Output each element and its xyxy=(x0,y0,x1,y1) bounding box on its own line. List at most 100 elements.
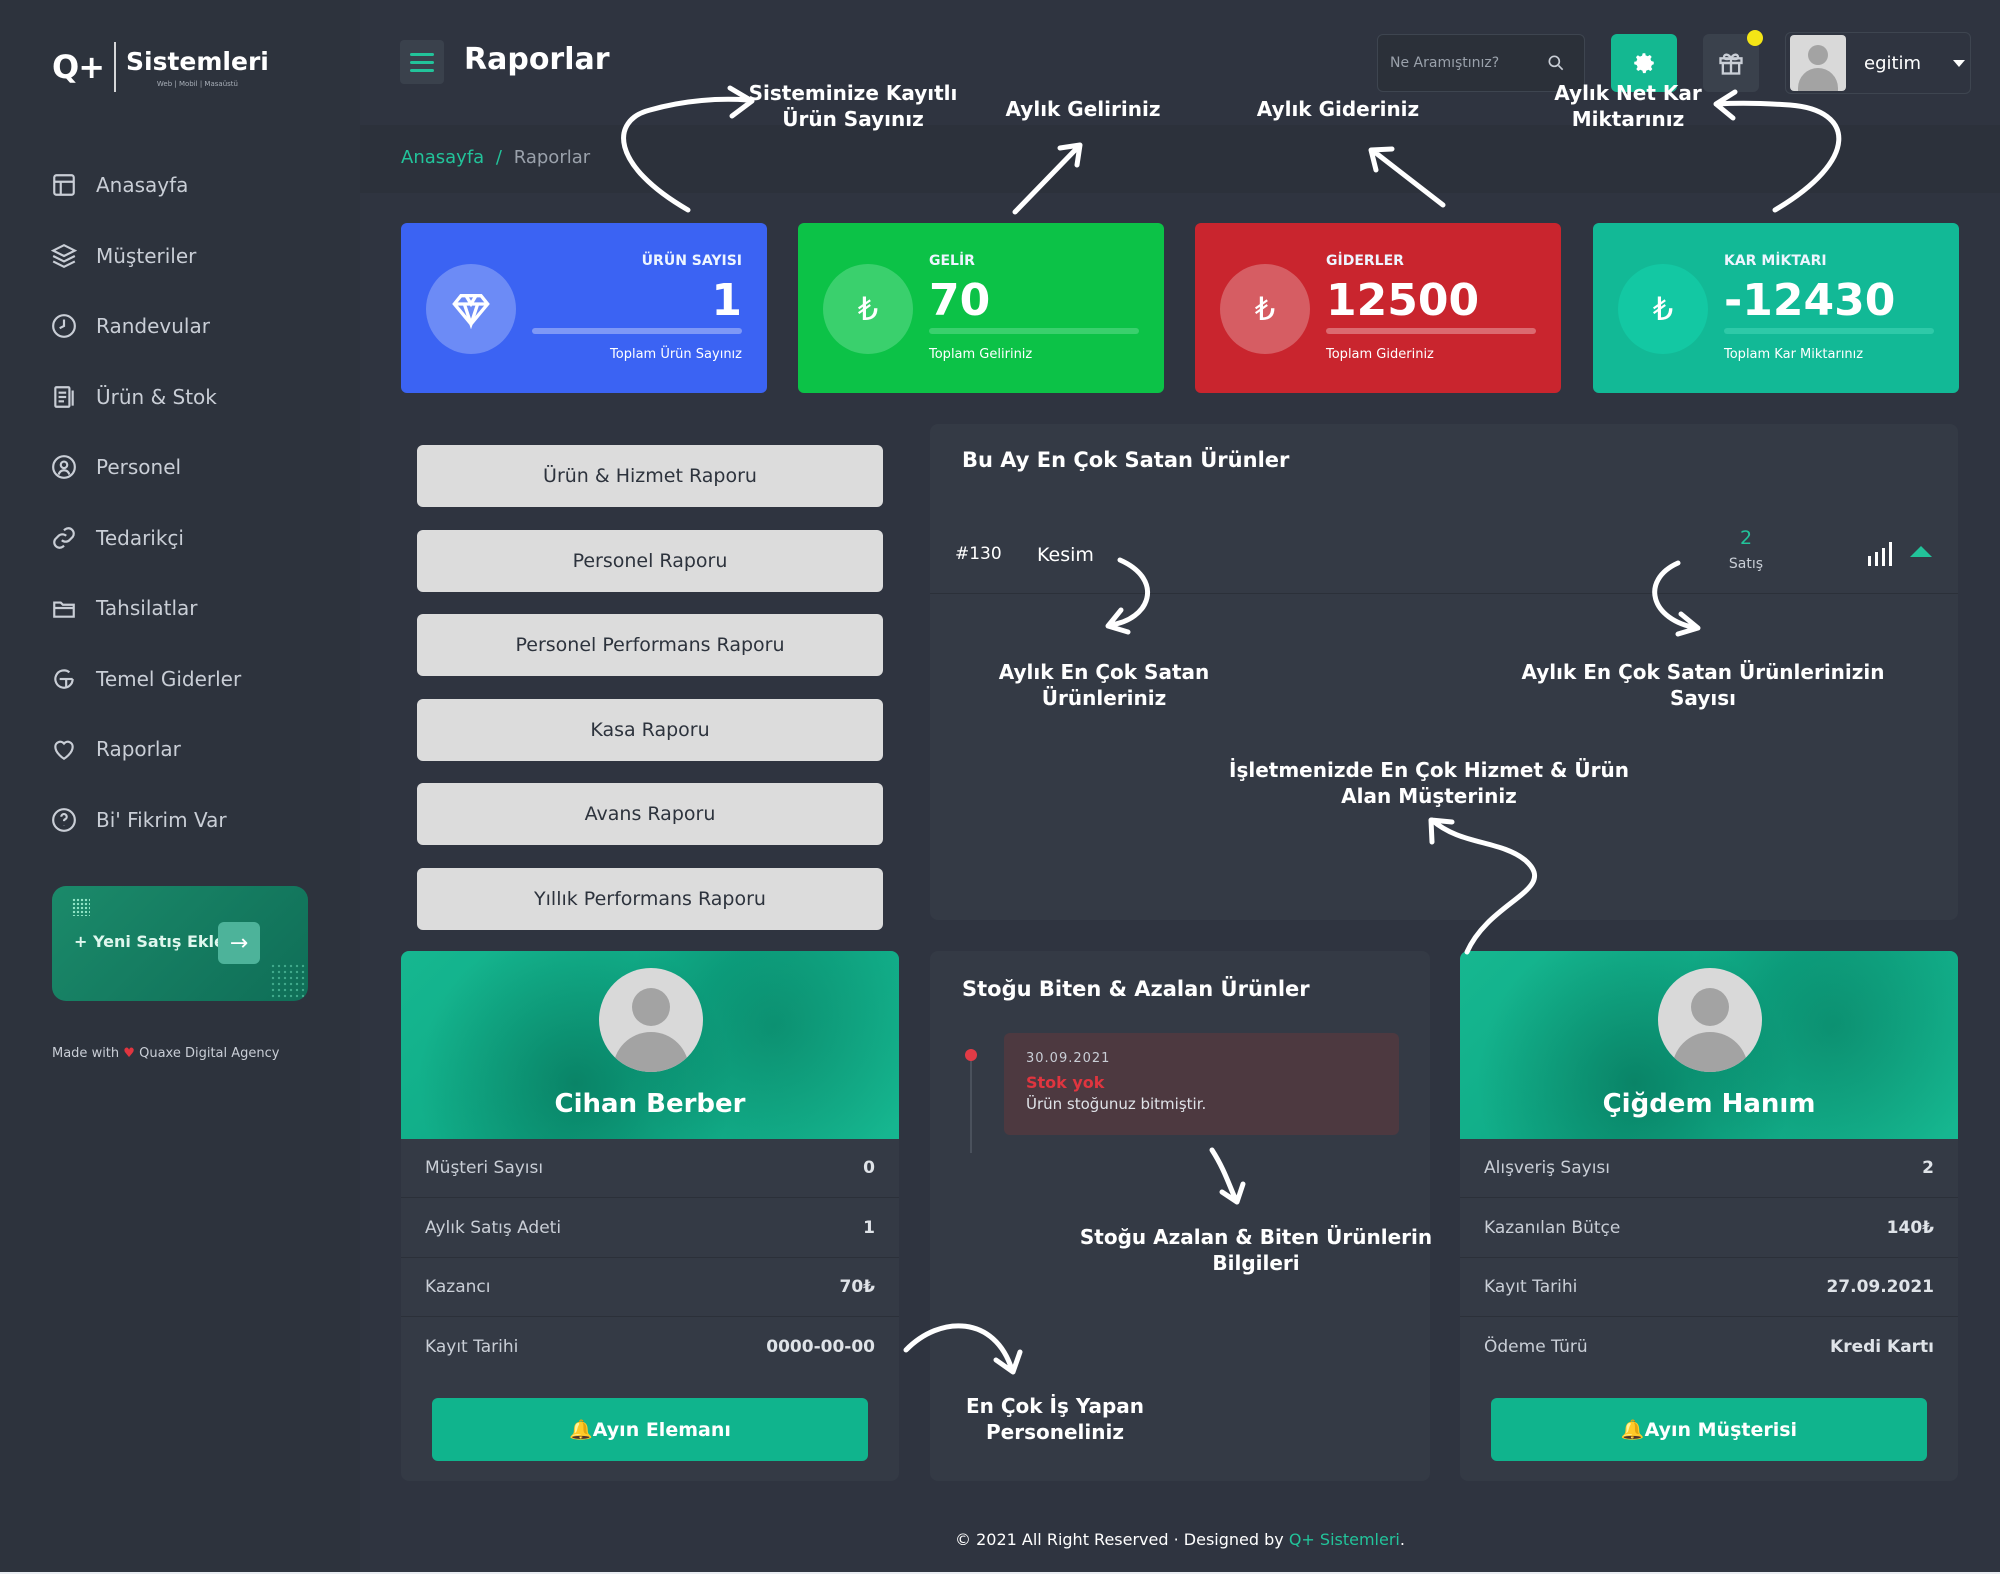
logo[interactable]: Q+ Sistemleri Web | Mobil | Masaüstü xyxy=(52,42,269,92)
footer-text: © 2021 All Right Reserved · Designed by xyxy=(955,1530,1284,1549)
stat-card-expense: ₺ GİDERLER 12500 Toplam Gideriniz xyxy=(1195,223,1561,393)
sidebar-item-tahsilatlar[interactable]: Tahsilatlar xyxy=(50,573,350,644)
clock-icon xyxy=(50,312,78,340)
made-suffix: Quaxe Digital Agency xyxy=(139,1046,280,1061)
search-input[interactable] xyxy=(1390,55,1540,71)
staff-of-month-button[interactable]: 🔔Ayın Elemanı xyxy=(432,1398,868,1461)
staff-name: Cihan Berber xyxy=(554,1089,746,1119)
menu-toggle-icon[interactable] xyxy=(400,40,444,84)
new-sale-promo[interactable]: + Yeni Satış Ekle → xyxy=(52,886,308,1001)
receipt-icon xyxy=(50,383,78,411)
logo-name: Sistemleri xyxy=(126,46,269,76)
report-button-personel-performans[interactable]: Personel Performans Raporu xyxy=(417,614,883,676)
info-row: Kazanılan Bütçe 140₺ xyxy=(1460,1199,1958,1258)
stat-value: -12430 xyxy=(1724,275,1896,326)
customer-of-month-button[interactable]: 🔔Ayın Müşterisi xyxy=(1491,1398,1927,1461)
new-sale-label: + Yeni Satış Ekle xyxy=(74,932,225,951)
row-value: 140₺ xyxy=(1886,1218,1934,1238)
breadcrumb-current: Raporlar xyxy=(513,147,591,168)
customer-of-month-card: Çiğdem Hanım Alışveriş Sayısı 2 Kazanılan… xyxy=(1460,951,1958,1481)
sidebar-item-label: Müşteriler xyxy=(96,243,197,268)
report-button-avans[interactable]: Avans Raporu xyxy=(417,783,883,845)
person-icon xyxy=(50,453,78,481)
stat-sub: Toplam Geliriniz xyxy=(929,347,1033,362)
stat-card-profit: ₺ KAR MİKTARI -12430 Toplam Kar Miktarın… xyxy=(1593,223,1959,393)
logo-mark: Q+ xyxy=(52,48,105,86)
breadcrumb-home[interactable]: Anasayfa xyxy=(401,147,484,168)
row-label: Kayıt Tarihi xyxy=(425,1336,519,1357)
report-button-kasa[interactable]: Kasa Raporu xyxy=(417,699,883,761)
panel-title: Stoğu Biten & Azalan Ürünler xyxy=(962,977,1310,1001)
stat-label: GİDERLER xyxy=(1326,253,1404,269)
user-menu[interactable]: egitim xyxy=(1785,32,1971,94)
sidebar: Q+ Sistemleri Web | Mobil | Masaüstü Ana… xyxy=(0,0,360,1574)
stat-bar xyxy=(532,328,742,334)
sidebar-item-randevular[interactable]: Randevular xyxy=(50,291,350,362)
chevron-down-icon[interactable] xyxy=(1953,59,1966,67)
footer-brand-link[interactable]: Q+ Sistemleri xyxy=(1289,1530,1400,1549)
search-icon[interactable] xyxy=(1546,53,1566,73)
row-value: 0000-00-00 xyxy=(766,1336,875,1357)
info-row: Ödeme Türü Kredi Kartı xyxy=(1460,1317,1958,1376)
product-id: #130 xyxy=(955,544,1002,564)
sidebar-item-temel-giderler[interactable]: Temel Giderler xyxy=(50,644,350,715)
info-row: Kayıt Tarihi 0000-00-00 xyxy=(401,1317,899,1376)
sidebar-item-urun-stok[interactable]: Ürün & Stok xyxy=(50,362,350,433)
heart-icon xyxy=(50,735,78,763)
stat-label: KAR MİKTARI xyxy=(1724,253,1827,269)
lira-icon: ₺ xyxy=(1618,264,1708,354)
report-button-personel[interactable]: Personel Raporu xyxy=(417,530,883,592)
stat-label: ÜRÜN SAYISI xyxy=(641,253,742,269)
diamond-icon xyxy=(426,264,516,354)
help-icon xyxy=(50,806,78,834)
info-row: Alışveriş Sayısı 2 xyxy=(1460,1139,1958,1198)
annotation-expense: Aylık Gideriniz xyxy=(1256,97,1420,121)
sidebar-item-personel[interactable]: Personel xyxy=(50,432,350,503)
sidebar-item-tedarikci[interactable]: Tedarikçi xyxy=(50,503,350,574)
breadcrumb-bar: Anasayfa / Raporlar xyxy=(360,125,2000,193)
annotation-profit: Aylık Net Kar Miktarınız xyxy=(1554,81,1702,131)
sidebar-item-label: Ürün & Stok xyxy=(96,384,217,409)
avatar xyxy=(1790,35,1846,91)
alert-date: 30.09.2021 xyxy=(1026,1051,1111,1066)
sidebar-item-raporlar[interactable]: Raporlar xyxy=(50,714,350,785)
list-item[interactable]: #130 Kesim 2 Satış xyxy=(930,504,1958,594)
folder-icon xyxy=(50,594,78,622)
layers-icon xyxy=(50,242,78,270)
alert-message: Ürün stoğunuz bitmiştir. xyxy=(1026,1095,1207,1113)
info-row: Kazancı 70₺ xyxy=(401,1258,899,1317)
sidebar-item-fikir[interactable]: Bi' Fikrim Var xyxy=(50,785,350,856)
sidebar-item-label: Bi' Fikrim Var xyxy=(96,807,227,832)
lira-icon: ₺ xyxy=(1220,264,1310,354)
row-value: 70₺ xyxy=(839,1277,876,1297)
timeline-line xyxy=(970,1055,972,1153)
report-button-urun-hizmet[interactable]: Ürün & Hizmet Raporu xyxy=(417,445,883,507)
stat-card-income: ₺ GELİR 70 Toplam Geliriniz xyxy=(798,223,1164,393)
breadcrumb: Anasayfa / Raporlar xyxy=(401,147,590,168)
row-value: Kredi Kartı xyxy=(1830,1336,1934,1357)
sidebar-item-anasayfa[interactable]: Anasayfa xyxy=(50,150,350,221)
annotation-top-staff: En Çok İş Yapan Personeliniz xyxy=(965,1394,1145,1444)
sidebar-item-musteriler[interactable]: Müşteriler xyxy=(50,221,350,292)
row-label: Müşteri Sayısı xyxy=(425,1158,544,1178)
notification-dot xyxy=(1747,30,1763,46)
sidebar-item-label: Tahsilatlar xyxy=(96,596,198,621)
sidebar-nav: Anasayfa Müşteriler Randevular Ürün & St… xyxy=(50,150,350,855)
customer-name: Çiğdem Hanım xyxy=(1602,1089,1816,1119)
lira-icon: ₺ xyxy=(823,264,913,354)
expense-icon xyxy=(50,665,78,693)
row-label: Aylık Satış Adeti xyxy=(425,1218,562,1238)
arrow-right-icon[interactable]: → xyxy=(218,922,260,964)
product-name: Kesim xyxy=(1037,544,1094,566)
stat-card-product-count: ÜRÜN SAYISI 1 Toplam Ürün Sayınız xyxy=(401,223,767,393)
report-button-yillik-performans[interactable]: Yıllık Performans Raporu xyxy=(417,868,883,930)
avatar xyxy=(599,968,703,1072)
stock-alert[interactable]: 30.09.2021 Stok yok Ürün stoğunuz bitmiş… xyxy=(1004,1033,1399,1135)
info-row: Kayıt Tarihi 27.09.2021 xyxy=(1460,1258,1958,1317)
info-row: Aylık Satış Adeti 1 xyxy=(401,1199,899,1258)
sale-count-label: Satış xyxy=(1728,556,1764,572)
row-value: 27.09.2021 xyxy=(1826,1277,1934,1297)
sidebar-item-label: Raporlar xyxy=(96,737,181,762)
row-label: Kayıt Tarihi xyxy=(1484,1277,1578,1297)
stat-value: 12500 xyxy=(1326,275,1480,326)
